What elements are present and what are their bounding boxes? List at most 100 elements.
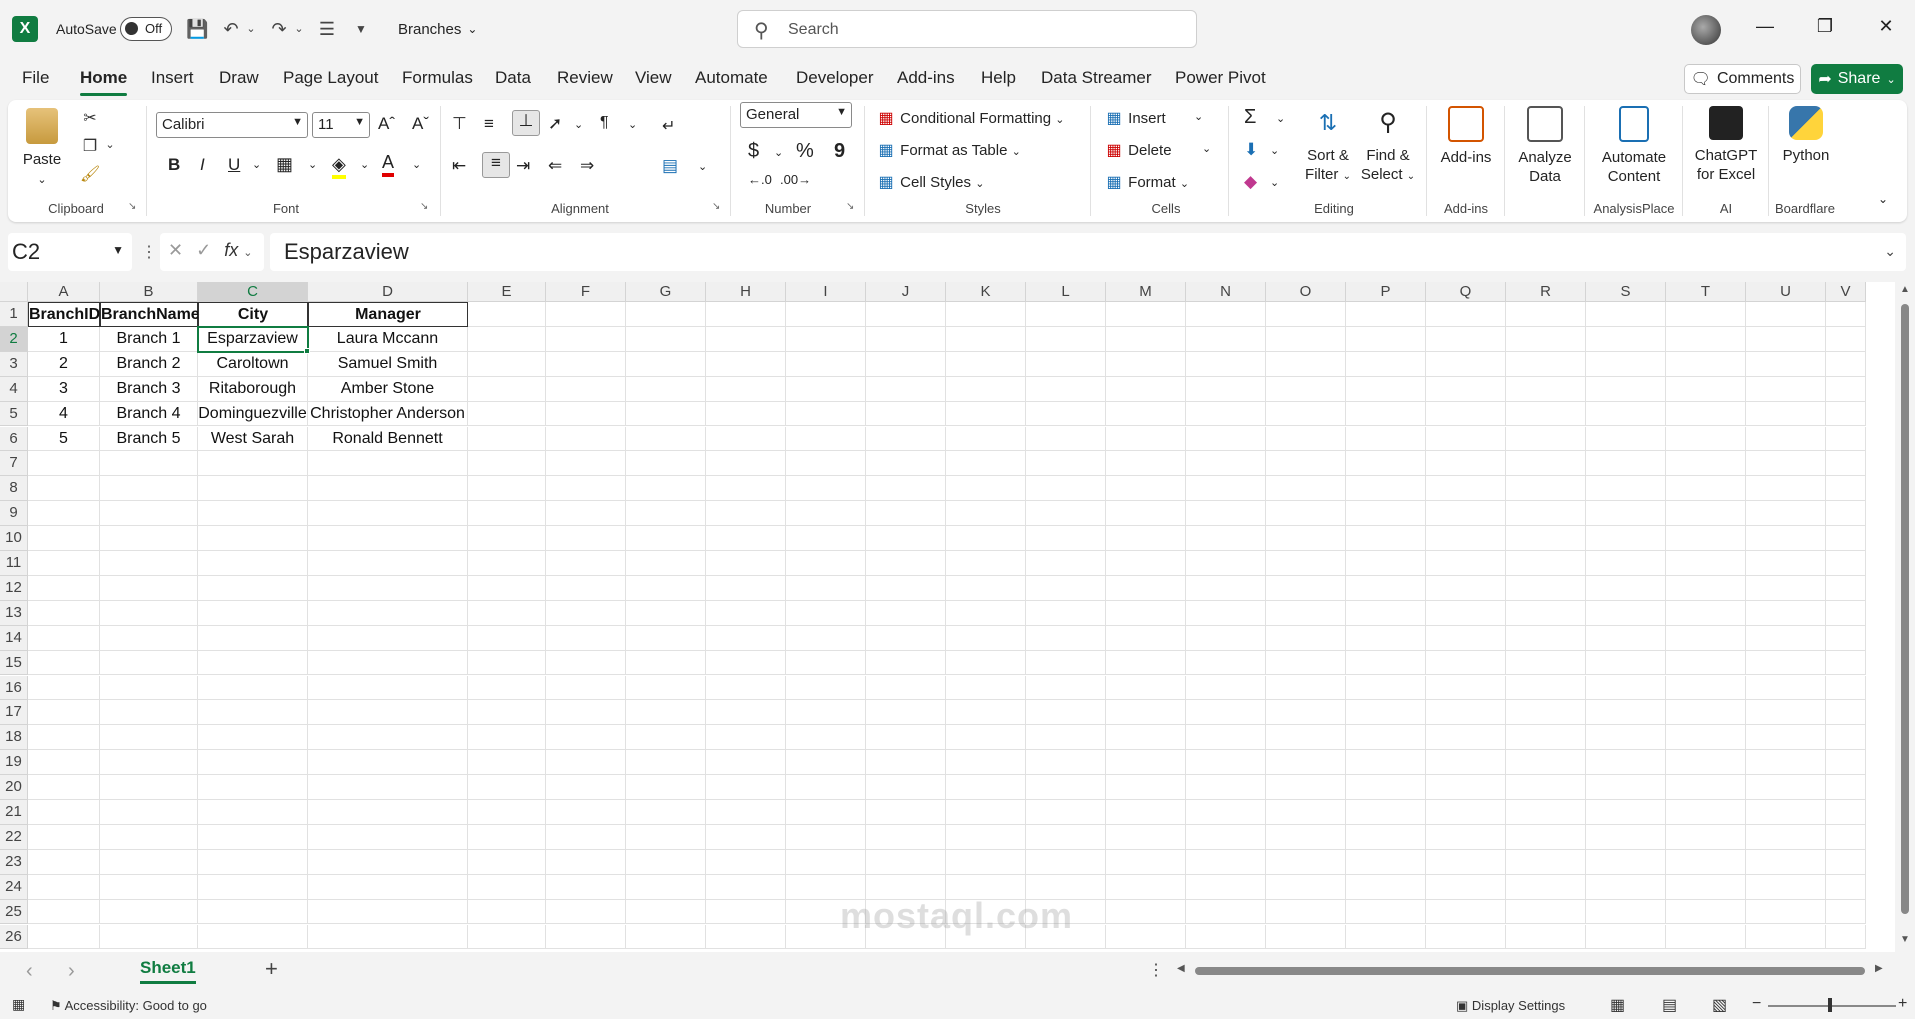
cell-n18[interactable]	[1186, 725, 1266, 751]
fill-handle[interactable]	[304, 347, 310, 354]
cell-t12[interactable]	[1666, 575, 1746, 601]
cell-s6[interactable]	[1586, 426, 1666, 452]
cell-d20[interactable]	[308, 775, 468, 800]
cell-n22[interactable]	[1186, 824, 1266, 850]
cell-f9[interactable]	[546, 501, 626, 527]
cell-f5[interactable]	[546, 401, 626, 427]
row-header-1[interactable]: 1	[0, 302, 28, 327]
cell-i8[interactable]	[786, 476, 866, 502]
cell-b16[interactable]	[100, 675, 198, 701]
cell-h14[interactable]	[706, 625, 786, 651]
decrease-decimal-icon[interactable]: .00→	[780, 172, 811, 187]
cell-m19[interactable]	[1106, 750, 1186, 776]
column-header-t[interactable]: T	[1666, 282, 1746, 302]
cell-c23[interactable]	[198, 849, 308, 875]
cell-r7[interactable]	[1506, 451, 1586, 477]
tab-page-layout[interactable]: Page Layout	[283, 68, 378, 88]
cell-l10[interactable]	[1026, 526, 1106, 551]
vertical-scrollbar[interactable]: ▲ ▼	[1895, 282, 1915, 952]
tab-review[interactable]: Review	[557, 68, 613, 88]
cell-q17[interactable]	[1426, 700, 1506, 726]
cell-i23[interactable]	[786, 849, 866, 875]
cell-u12[interactable]	[1746, 575, 1826, 601]
cell-n14[interactable]	[1186, 625, 1266, 651]
cell-c18[interactable]	[198, 725, 308, 751]
cell-h1[interactable]	[706, 302, 786, 327]
cell-d2[interactable]: Laura Mccann	[308, 326, 468, 352]
cell-i9[interactable]	[786, 501, 866, 527]
cell-m11[interactable]	[1106, 551, 1186, 576]
cell-a22[interactable]	[28, 824, 100, 850]
cell-c17[interactable]	[198, 700, 308, 726]
cell-d21[interactable]	[308, 800, 468, 825]
cell-c3[interactable]: Caroltown	[198, 351, 308, 377]
cell-b8[interactable]	[100, 476, 198, 502]
cell-l20[interactable]	[1026, 775, 1106, 800]
cell-r2[interactable]	[1506, 326, 1586, 352]
cell-d24[interactable]	[308, 874, 468, 900]
cell-f4[interactable]	[546, 376, 626, 402]
cell-a6[interactable]: 5	[28, 426, 100, 452]
cell-h2[interactable]	[706, 326, 786, 352]
cell-g23[interactable]	[626, 849, 706, 875]
cell-s13[interactable]	[1586, 600, 1666, 626]
cell-q20[interactable]	[1426, 775, 1506, 800]
copy-icon[interactable]: ❐	[80, 136, 100, 156]
cell-k3[interactable]	[946, 351, 1026, 377]
cell-k2[interactable]	[946, 326, 1026, 352]
formula-input[interactable]: Esparzaview ⌄	[270, 233, 1906, 271]
cell-e7[interactable]	[468, 451, 546, 477]
scroll-thumb[interactable]	[1195, 967, 1865, 975]
cell-v12[interactable]	[1826, 575, 1866, 601]
cell-c26[interactable]	[198, 924, 308, 950]
cell-k6[interactable]	[946, 426, 1026, 452]
cell-h22[interactable]	[706, 824, 786, 850]
cell-t1[interactable]	[1666, 302, 1746, 327]
cut-icon[interactable]: ✂	[80, 108, 100, 128]
cell-d19[interactable]	[308, 750, 468, 776]
tab-developer[interactable]: Developer	[796, 68, 874, 88]
cell-b23[interactable]	[100, 849, 198, 875]
cell-q26[interactable]	[1426, 924, 1506, 950]
align-top-icon[interactable]: ⊤	[452, 114, 467, 134]
tab-view[interactable]: View	[635, 68, 672, 88]
cell-l4[interactable]	[1026, 376, 1106, 402]
cell-u4[interactable]	[1746, 376, 1826, 402]
cell-p24[interactable]	[1346, 874, 1426, 900]
cell-n20[interactable]	[1186, 775, 1266, 800]
column-header-c[interactable]: C	[198, 282, 308, 302]
cell-r12[interactable]	[1506, 575, 1586, 601]
cell-q10[interactable]	[1426, 526, 1506, 551]
cell-u17[interactable]	[1746, 700, 1826, 726]
cell-v23[interactable]	[1826, 849, 1866, 875]
cell-g6[interactable]	[626, 426, 706, 452]
cell-a4[interactable]: 3	[28, 376, 100, 402]
cell-f3[interactable]	[546, 351, 626, 377]
cell-g1[interactable]	[626, 302, 706, 327]
cell-u25[interactable]	[1746, 899, 1826, 925]
cell-h3[interactable]	[706, 351, 786, 377]
cell-s5[interactable]	[1586, 401, 1666, 427]
cell-t23[interactable]	[1666, 849, 1746, 875]
cell-p12[interactable]	[1346, 575, 1426, 601]
cell-f13[interactable]	[546, 600, 626, 626]
cell-d25[interactable]	[308, 899, 468, 925]
chevron-down-icon[interactable]: ⌄	[243, 247, 252, 259]
cell-b18[interactable]	[100, 725, 198, 751]
cell-m22[interactable]	[1106, 824, 1186, 850]
row-header-18[interactable]: 18	[0, 725, 28, 751]
column-header-o[interactable]: O	[1266, 282, 1346, 302]
cell-v18[interactable]	[1826, 725, 1866, 751]
cell-b2[interactable]: Branch 1	[100, 326, 198, 352]
cell-a5[interactable]: 4	[28, 401, 100, 427]
cell-s16[interactable]	[1586, 675, 1666, 701]
cell-e13[interactable]	[468, 600, 546, 626]
chevron-down-icon[interactable]: ⌄	[360, 158, 369, 171]
column-header-d[interactable]: D	[308, 282, 468, 302]
cell-m15[interactable]	[1106, 650, 1186, 676]
cell-g21[interactable]	[626, 800, 706, 825]
cell-f7[interactable]	[546, 451, 626, 477]
cell-m10[interactable]	[1106, 526, 1186, 551]
expand-formula-bar-icon[interactable]: ⌄	[1884, 243, 1896, 260]
cell-h10[interactable]	[706, 526, 786, 551]
